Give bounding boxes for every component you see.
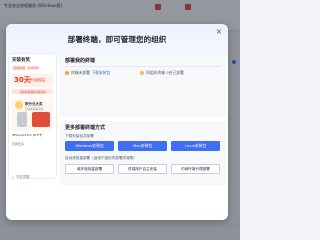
download-sub-label: 下载安装包并部署: [65, 134, 94, 138]
section-title: 部署我的终端: [65, 58, 96, 64]
section-title: 更多部署终端方式: [65, 125, 106, 131]
org-status-text: 同组织终端 0台已部署: [146, 70, 184, 75]
points-card[interactable]: 积分兑大奖 活动期间赢奖励: [12, 98, 53, 131]
promo-tag-rules[interactable]: 活动规则: [27, 66, 39, 70]
org-terminal-status: 同组织终端 0台已部署: [140, 70, 184, 76]
status-text: 终端未部署: [71, 70, 90, 75]
domain-batch-deploy-button[interactable]: 域环境批量部署: [65, 164, 114, 174]
windows-installer-button[interactable]: Windows安装包: [65, 141, 114, 151]
promo-offer-banner[interactable]: 30天 专业版权益: [12, 74, 53, 87]
product-label-right: JD E卡: [33, 133, 43, 137]
modal-title: 部署终端，即可管理您的组织: [67, 35, 167, 44]
deploy-terminal-modal: × 部署终端，即可管理您的组织 安装有奖 活动时间 活动规则 30天 专业版权益…: [6, 24, 228, 220]
phone-image: [17, 112, 27, 127]
promo-tag-time: 活动时间: [12, 66, 27, 70]
status-dot-icon: [140, 70, 144, 75]
promo-heading: 安装有奖: [12, 58, 30, 63]
batch-sub-label: 自动或批量部署（适用于组织内部署终端等）: [65, 156, 137, 160]
install-reward-panel[interactable]: 安装有奖 活动时间 活动规则 30天 专业版权益 安装前需领取免费试用 积分兑大…: [9, 54, 56, 178]
user-self-install-button[interactable]: 终端用户自主安装: [118, 164, 167, 174]
gift-card-image: [32, 112, 50, 127]
mac-installer-button[interactable]: Mac安装包: [118, 141, 167, 151]
promo-more-link[interactable]: 查看更多: [12, 142, 24, 146]
status-dot-icon: [65, 70, 69, 75]
promo-subtitle: 安装前需领取免费试用: [12, 89, 53, 94]
section-divider: [65, 66, 221, 67]
points-card-subtitle: 活动期间赢奖励: [25, 108, 44, 111]
coin-icon: [15, 101, 23, 109]
product-label-left: iPhone14 Pro: [12, 133, 32, 137]
linux-installer-button[interactable]: Linux安装包: [171, 141, 220, 151]
terminal-status: 终端未部署 下载安装包: [65, 70, 110, 76]
my-terminal-section: 部署我的终端 终端未部署 下载安装包 同组织终端 0台已部署: [60, 54, 226, 117]
promo-offer-text: 专业版权益: [29, 78, 45, 82]
download-installer-link[interactable]: 下载安装包: [91, 70, 110, 75]
intranet-proxy-deploy-button[interactable]: 内网环境代理部署: [171, 164, 220, 174]
dont-remind-checkbox[interactable]: ✓ 不再提醒: [12, 174, 29, 179]
more-deploy-section: 更多部署终端方式 下载安装包并部署 Windows安装包 Mac安装包 Linu…: [60, 121, 226, 185]
